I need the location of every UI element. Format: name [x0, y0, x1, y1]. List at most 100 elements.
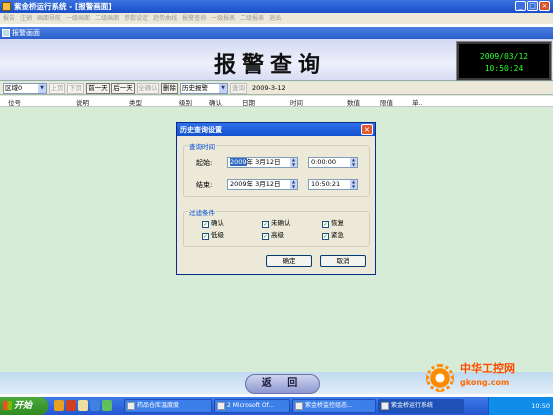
history-alarm-select[interactable]: 历史报警 ▼ — [180, 83, 228, 94]
window-title: 紫金桥运行系统 - [报警画面] — [14, 2, 112, 11]
taskbar-item[interactable]: 紫金桥监控组态... — [292, 399, 376, 413]
app-icon — [127, 402, 135, 410]
next-day-button[interactable]: 后一天 — [111, 83, 135, 94]
taskbar-item[interactable]: 2 Microsoft Of... — [214, 399, 290, 413]
dialog-close-button[interactable]: × — [361, 124, 373, 135]
quicklaunch-icon[interactable] — [54, 400, 64, 411]
return-button[interactable]: 返 回 — [245, 374, 320, 394]
quicklaunch-icon[interactable] — [90, 400, 100, 411]
menu-item-screen-nav[interactable]: 画面导航 — [37, 13, 61, 24]
spinner-icon[interactable]: ▲ ▼ — [290, 157, 297, 167]
column-header[interactable]: 说明 — [76, 97, 89, 107]
column-header[interactable]: 限值 — [380, 97, 393, 107]
clock-date: 2009/03/12 — [479, 52, 529, 61]
close-button[interactable]: × — [539, 1, 550, 11]
checkmark-icon: ✓ — [322, 233, 329, 240]
checkmark-icon: ✓ — [202, 233, 209, 240]
table-header: 位号 说明 类型 级别 确认 日期 时间 数值 限值 单.. — [0, 96, 553, 107]
end-date-value: 2009年 3月12日 — [230, 180, 281, 188]
tray-clock: 10:50 — [531, 402, 550, 410]
spinner-icon[interactable]: ▲ ▼ — [350, 179, 357, 189]
prev-day-button[interactable]: 前一天 — [86, 83, 110, 94]
menu-item-level2-screen[interactable]: 二级画面 — [95, 13, 119, 24]
menu-item-trend-curve[interactable]: 趋势曲线 — [153, 13, 177, 24]
column-header[interactable]: 时间 — [290, 97, 303, 107]
dialog-title-bar: 历史查询设置 — [177, 123, 375, 136]
spinner-icon[interactable]: ▲ ▼ — [350, 157, 357, 167]
taskbar-item[interactable]: 药品仓库温度度 — [124, 399, 212, 413]
end-time-picker[interactable]: 10:50:21 ▲ ▼ — [308, 179, 358, 190]
start-label: 开始 — [14, 401, 33, 411]
watermark: 中华工控网 gkong.com — [420, 360, 553, 395]
menu-item-param-settings[interactable]: 参数设定 — [124, 13, 148, 24]
start-time-picker[interactable]: 0:00:00 ▲ ▼ — [308, 157, 358, 168]
column-header[interactable]: 日期 — [242, 97, 255, 107]
menu-item-level2-report[interactable]: 二级报表 — [240, 13, 264, 24]
chevron-down-icon: ▼ — [38, 84, 46, 93]
taskbar-item-active[interactable]: 紫金桥运行系统 — [378, 399, 464, 413]
confirm-all-button[interactable]: 全确认 — [137, 83, 159, 94]
checkmark-icon: ✓ — [322, 221, 329, 228]
menu-item-alarm-query[interactable]: 报警查询 — [182, 13, 206, 24]
query-button[interactable]: 查询 — [230, 83, 247, 94]
menu-item-level1-screen[interactable]: 一级画面 — [66, 13, 90, 24]
column-header[interactable]: 类型 — [129, 97, 142, 107]
filter-high-checkbox[interactable]: ✓ 高级 — [262, 231, 284, 240]
next-page-button[interactable]: 下页 — [67, 83, 84, 94]
filter-restored-checkbox[interactable]: ✓ 恢复 — [322, 219, 344, 228]
toolbar-date: 2009-3-12 — [252, 84, 286, 92]
child-window-title: 报警画面 — [12, 29, 40, 37]
column-header[interactable]: 确认 — [209, 97, 222, 107]
column-header[interactable]: 级别 — [179, 97, 192, 107]
area-select[interactable]: 区域0 ▼ — [3, 83, 47, 94]
dialog-title: 历史查询设置 — [180, 126, 222, 134]
clock-time: 10:50:24 — [484, 64, 524, 73]
start-date-picker[interactable]: 2009年 3月12日 ▲ ▼ — [227, 157, 298, 168]
column-header[interactable]: 位号 — [8, 97, 21, 107]
column-header[interactable]: 单.. — [412, 97, 423, 107]
app-icon — [381, 402, 389, 410]
quicklaunch-icon[interactable] — [66, 400, 76, 411]
app-icon — [2, 2, 11, 11]
history-alarm-select-value: 历史报警 — [182, 84, 208, 92]
quicklaunch-icon[interactable] — [78, 400, 88, 411]
start-button[interactable]: 开始 — [0, 397, 48, 415]
end-date-picker[interactable]: 2009年 3月12日 ▲ ▼ — [227, 179, 298, 190]
start-time-value: 0:00:00 — [311, 158, 337, 166]
menu-item-report[interactable]: 报告 — [3, 13, 15, 24]
app-icon — [295, 402, 303, 410]
start-year-selected: 2009 — [230, 158, 247, 166]
column-header[interactable]: 数值 — [347, 97, 360, 107]
cancel-button[interactable]: 取消 — [320, 255, 366, 267]
filter-urgent-checkbox[interactable]: ✓ 紧急 — [322, 231, 344, 240]
checkmark-icon: ✓ — [202, 221, 209, 228]
filter-confirmed-checkbox[interactable]: ✓ 确认 — [202, 219, 224, 228]
menu-item-logout[interactable]: 注销 — [20, 13, 32, 24]
watermark-line2: gkong.com — [460, 378, 510, 387]
child-window-icon — [2, 29, 10, 37]
minimize-button[interactable]: _ — [515, 1, 526, 11]
quicklaunch-icon[interactable] — [102, 400, 112, 411]
clock-display: 2009/03/12 10:50:24 — [456, 41, 552, 81]
area-select-value: 区域0 — [5, 84, 23, 92]
spinner-icon[interactable]: ▲ ▼ — [290, 179, 297, 189]
toolbar: 区域0 ▼ 上页 下页 前一天 后一天 全确认 删除 历史报警 ▼ 查询 200… — [0, 82, 553, 95]
checkmark-icon: ✓ — [262, 233, 269, 240]
filter-low-checkbox[interactable]: ✓ 低级 — [202, 231, 224, 240]
prev-page-button[interactable]: 上页 — [49, 83, 65, 94]
maximize-button[interactable]: □ — [527, 1, 538, 11]
windows-logo-icon — [3, 401, 12, 410]
app-icon — [217, 402, 225, 410]
child-window-title-bar: 报警画面 — [0, 27, 553, 39]
delete-button[interactable]: 删除 — [161, 83, 178, 94]
page-title: 报警查询 — [213, 52, 326, 78]
chevron-down-icon: ▼ — [219, 84, 227, 93]
end-time-value: 10:50:21 — [311, 180, 341, 188]
filter-unconfirmed-checkbox[interactable]: ✓ 未确认 — [262, 219, 291, 228]
gear-logo-icon — [426, 364, 454, 392]
menu-item-level1-report[interactable]: 一级报表 — [211, 13, 235, 24]
watermark-line1: 中华工控网 — [460, 362, 515, 375]
menu-item-exit[interactable]: 退出 — [269, 13, 281, 24]
menu-bar: 报告 注销 画面导航 一级画面 二级画面 参数设定 趋势曲线 报警查询 一级报表 二级报表 退出 — [0, 13, 553, 24]
ok-button[interactable]: 确定 — [266, 255, 312, 267]
